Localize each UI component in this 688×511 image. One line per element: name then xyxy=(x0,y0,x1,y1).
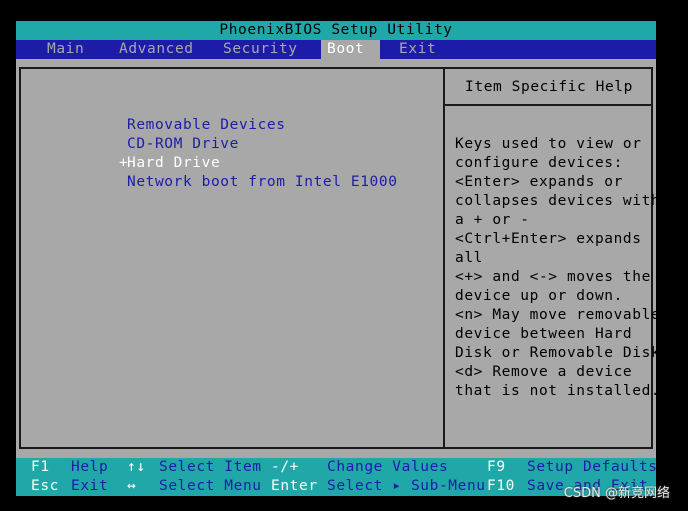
tab-advanced[interactable]: Advanced xyxy=(119,40,194,59)
help-line: device up or down. xyxy=(455,288,623,304)
arrows-desc: Select Item xyxy=(159,459,262,475)
help-line: <d> Remove a device xyxy=(455,364,633,380)
bios-screen: { "title": "PhoenixBIOS Setup Utility", … xyxy=(0,0,688,511)
esc-key[interactable]: Esc xyxy=(31,477,59,496)
tab-boot[interactable]: Boot xyxy=(321,40,380,59)
key-legend-footer: F1 Help ↑↓ Select Item -/+ Change Values… xyxy=(16,458,658,496)
help-line: Keys used to view or xyxy=(455,136,642,152)
help-line: that is not installed. xyxy=(455,383,661,399)
f9-desc: Setup Defaults xyxy=(527,459,658,475)
watermark: CSDN @新竞网络 xyxy=(563,486,670,501)
help-line: Disk or Removable Disk xyxy=(455,345,661,361)
left-right-arrows-icon[interactable]: ↔ xyxy=(127,477,136,496)
help-text: Keys used to view or configure devices: … xyxy=(455,135,661,401)
boot-item-label: CD-ROM Drive xyxy=(126,136,239,152)
boot-item-label: Network boot from Intel E1000 xyxy=(126,174,398,190)
f1-key[interactable]: F1 xyxy=(31,458,50,477)
help-title: Item Specific Help xyxy=(465,79,633,95)
enter-desc: Select ▸ Sub-Menu xyxy=(327,478,486,494)
help-line: <Ctrl+Enter> expands xyxy=(455,231,642,247)
boot-item-label: Removable Devices xyxy=(126,117,286,133)
help-line: a + or - xyxy=(455,212,530,228)
plus-minus-desc: Change Values xyxy=(327,459,449,475)
help-line: <n> May move removable xyxy=(455,307,661,323)
plus-minus-key[interactable]: -/+ xyxy=(271,458,299,477)
help-line: configure devices: xyxy=(455,155,623,171)
content-area: Removable Devices CD-ROM Drive +Hard Dri… xyxy=(16,59,661,458)
help-line: device between Hard xyxy=(455,326,633,342)
f9-key[interactable]: F9 xyxy=(487,458,506,477)
bios-title: PhoenixBIOS Setup Utility xyxy=(16,21,656,40)
menu-bar: Main Advanced Security Boot Exit xyxy=(16,40,656,59)
up-down-arrows-icon[interactable]: ↑↓ xyxy=(127,458,146,477)
tab-main[interactable]: Main xyxy=(47,40,84,59)
panel-divider xyxy=(443,67,445,449)
boot-item-removable[interactable]: Removable Devices xyxy=(71,97,398,133)
f1-desc: Help xyxy=(71,459,109,475)
f10-key[interactable]: F10 xyxy=(487,477,515,496)
help-divider xyxy=(443,104,653,106)
enter-key[interactable]: Enter xyxy=(271,477,318,496)
boot-item-label: Hard Drive xyxy=(126,155,221,171)
tab-security[interactable]: Security xyxy=(223,40,298,59)
tab-exit[interactable]: Exit xyxy=(399,40,436,59)
esc-desc: Exit xyxy=(71,478,109,494)
boot-order-list: Removable Devices CD-ROM Drive +Hard Dri… xyxy=(71,97,398,190)
left-right-desc: Select Menu xyxy=(159,478,262,494)
help-line: <+> and <-> moves the xyxy=(455,269,651,285)
help-line: collapses devices with xyxy=(455,193,661,209)
help-line: <Enter> expands or xyxy=(455,174,623,190)
help-line: all xyxy=(455,250,483,266)
